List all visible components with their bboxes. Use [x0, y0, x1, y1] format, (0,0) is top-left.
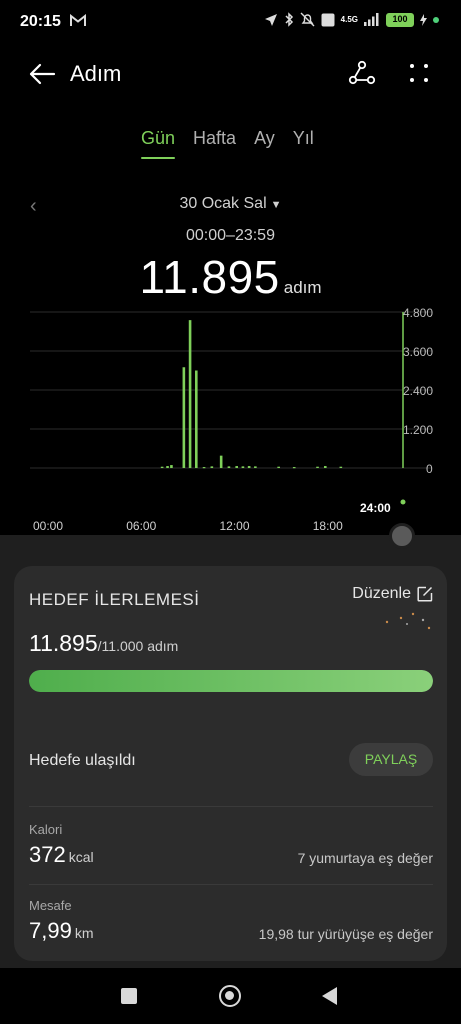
chart-bar: [247, 466, 251, 468]
y-tick-label: 1.200: [403, 423, 434, 437]
volte-icon: [321, 13, 335, 26]
chart-bar: [188, 320, 192, 468]
y-tick-label: 0: [426, 462, 433, 476]
chart-scrubber-handle[interactable]: [389, 523, 415, 549]
step-count: 11.895: [139, 251, 280, 303]
x-tick-label: 12:00: [219, 519, 250, 533]
goal-reached-text: Hedefe ulaşıldı: [29, 752, 136, 769]
x-tick-label: 06:00: [126, 519, 157, 533]
network-label: 4.5G: [340, 14, 358, 24]
tab-2[interactable]: Ay: [254, 128, 275, 159]
distance-number: 7,99: [29, 918, 72, 943]
time-range: 00:00–23:59: [186, 227, 275, 244]
signal-icon: [364, 13, 379, 26]
notification-dot: [433, 16, 439, 23]
chart-bar: [292, 467, 296, 469]
tab-3[interactable]: Yıl: [293, 128, 314, 159]
distance-label: Mesafe: [29, 898, 72, 913]
battery-icon: 100: [386, 12, 414, 27]
chart-bar: [277, 466, 280, 468]
calorie-label: Kalori: [29, 822, 63, 837]
gmail-icon: [70, 14, 86, 26]
distance-unit: km: [74, 925, 94, 941]
x-tick-label: 18:00: [312, 519, 343, 533]
chart-bar: [254, 466, 257, 468]
page-title: Adım: [70, 61, 122, 86]
chart-bar: [316, 466, 319, 468]
chart-cursor-dot: [400, 499, 406, 505]
goal-card-title: HEDEF İLERLEMESİ: [29, 590, 200, 609]
distance-equivalent: 19,98 tur yürüyüşe eş değer: [258, 926, 433, 942]
dropdown-caret-icon: ▼: [270, 199, 282, 211]
calorie-equivalent: 7 yumurtaya eş değer: [297, 850, 433, 866]
app-bar: Adım: [0, 50, 461, 98]
chart-bar: [170, 465, 173, 468]
bluetooth-icon: [285, 12, 293, 27]
chart-bar: [339, 466, 343, 468]
chart-bar: [210, 466, 214, 468]
chart-bar: [166, 466, 169, 468]
date-selector[interactable]: 30 Ocak Sal ▼: [0, 195, 461, 213]
share-icon[interactable]: [348, 60, 376, 86]
y-tick-label: 4.800: [403, 306, 434, 320]
mute-bell-icon: [300, 12, 315, 27]
goal-progress-value: 11.895: [29, 630, 98, 656]
step-unit: adım: [283, 278, 322, 297]
more-options-icon[interactable]: [408, 62, 430, 84]
step-total: 11.895 adım: [0, 250, 461, 304]
chart-bar: [160, 466, 164, 468]
chart-canvas: [30, 311, 432, 505]
date-label: 30 Ocak Sal: [179, 195, 267, 212]
tab-1[interactable]: Hafta: [193, 128, 236, 159]
status-icons: 4.5G 100: [264, 12, 439, 27]
charging-icon: [420, 13, 427, 26]
divider: [29, 884, 433, 885]
chart-bar: [227, 466, 231, 468]
chart-bar: [202, 467, 206, 469]
back-arrow-icon[interactable]: [28, 62, 56, 86]
tab-0[interactable]: Gün: [141, 128, 176, 159]
chart-bar: [219, 455, 223, 468]
x-tick-label-end: 24:00: [360, 501, 391, 515]
calorie-value: 372 kcal: [29, 842, 94, 868]
chart-bar: [194, 370, 198, 468]
confetti-decoration: [385, 612, 431, 630]
goal-progress-bar: [29, 670, 433, 692]
period-tabs: Gün Hafta Ay Yıl: [141, 128, 314, 159]
chart-bar: [235, 466, 239, 468]
divider: [29, 806, 433, 807]
calorie-number: 372: [29, 842, 66, 867]
system-back-icon[interactable]: [322, 987, 337, 1005]
system-nav-bar: [0, 968, 461, 1024]
goal-progress-target: /11.000 adım: [97, 638, 179, 654]
status-bar: 20:15 4.5G 100: [0, 0, 461, 44]
status-time: 20:15: [20, 13, 61, 30]
goal-progress-text: 11.895/11.000 adım: [29, 630, 178, 657]
edit-goal-button[interactable]: Düzenle: [352, 585, 433, 603]
steps-chart[interactable]: 4.800 3.600 2.400 1.200 0 00:00 06:00 12:00 18:0…: [0, 300, 461, 540]
goal-progress-fill: [29, 670, 433, 692]
edit-goal-label: Düzenle: [352, 585, 411, 602]
share-button[interactable]: PAYLAŞ: [349, 743, 433, 776]
distance-value: 7,99 km: [29, 918, 94, 944]
recents-icon[interactable]: [121, 988, 137, 1004]
chart-bar: [323, 466, 327, 468]
chart-bar: [241, 466, 245, 468]
chart-bar: [182, 367, 186, 468]
calorie-unit: kcal: [68, 849, 94, 865]
home-icon[interactable]: [219, 985, 241, 1007]
goal-progress-card: HEDEF İLERLEMESİ Düzenle 11.895/11.000 a…: [14, 566, 447, 961]
edit-icon: [417, 586, 433, 602]
location-icon: [264, 13, 277, 26]
y-tick-label: 3.600: [403, 345, 434, 359]
x-tick-label: 00:00: [33, 519, 64, 533]
y-tick-label: 2.400: [403, 384, 434, 398]
